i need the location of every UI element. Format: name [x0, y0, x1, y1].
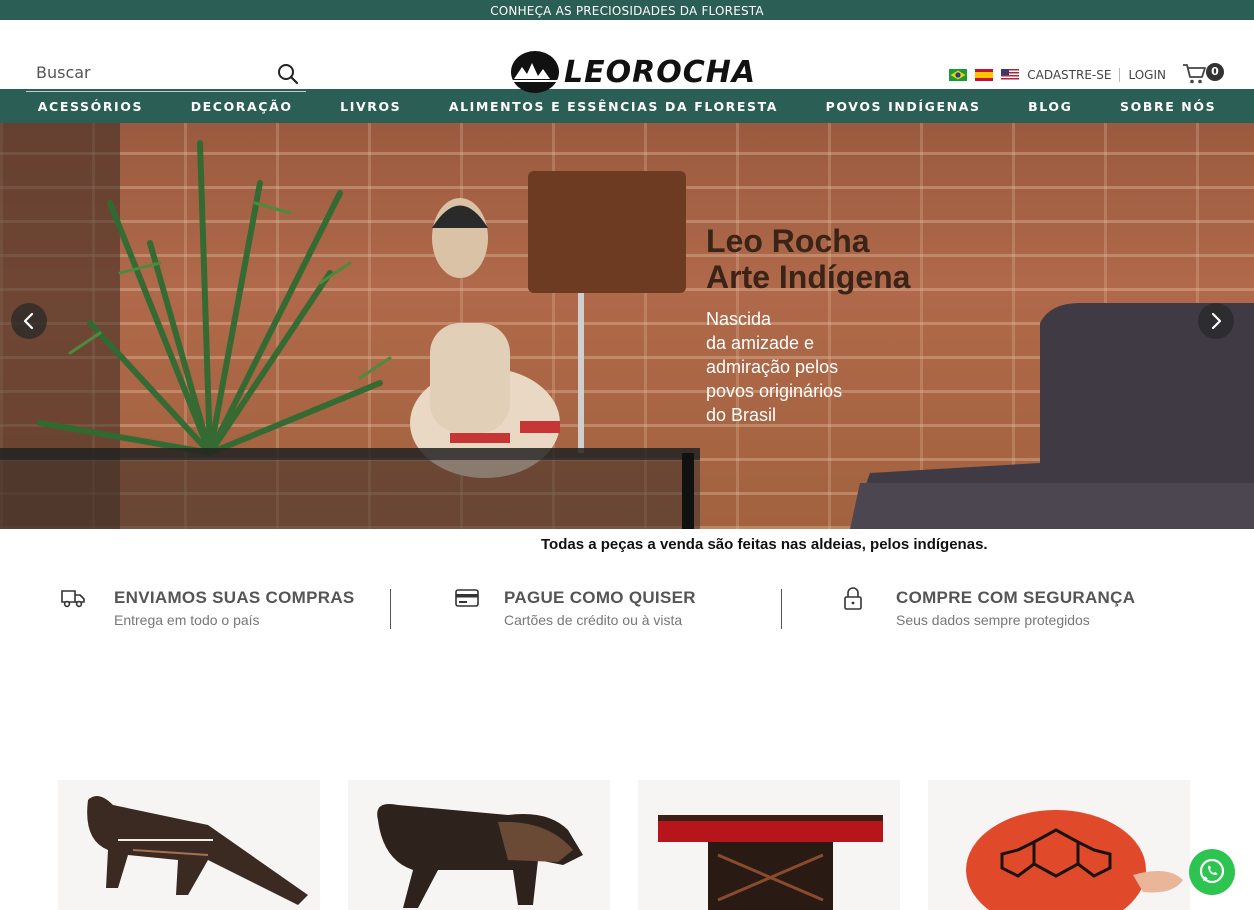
search-input[interactable] [26, 54, 266, 90]
hero-text-block: Leo Rocha Arte Indígena Nascida da amiza… [706, 223, 910, 427]
hero-subtitle: Nascida da amizade e admiração pelos pov… [706, 307, 910, 427]
lock-icon [844, 587, 862, 610]
nav-item-blog[interactable]: BLOG [1028, 99, 1072, 114]
whatsapp-icon [1199, 858, 1225, 884]
feature-description: Entrega em todo o país [114, 612, 260, 628]
product-grid [58, 780, 1190, 910]
search-icon[interactable] [276, 62, 300, 86]
product-card-anteater[interactable] [58, 780, 320, 910]
feature-title: COMPRE COM SEGURANÇA [896, 588, 1136, 607]
whatsapp-chat-button[interactable] [1189, 849, 1235, 895]
tagline: Todas a peças a venda são feitas nas ald… [541, 536, 988, 553]
features-row: ENVIAMOS SUAS COMPRAS Entrega em todo o … [0, 583, 1254, 631]
register-link[interactable]: CADASTRE-SE [1027, 68, 1111, 82]
hero-photo-illustration [0, 123, 1254, 529]
cart-count-badge: 0 [1206, 63, 1224, 81]
feature-description: Seus dados sempre protegidos [896, 612, 1090, 628]
hero-sub-line: Nascida [706, 309, 772, 329]
feature-payment: PAGUE COMO QUISER Cartões de crédito ou … [391, 583, 781, 631]
jaguar-sculpture-image [377, 804, 583, 908]
nav-item-sobre-nos[interactable]: SOBRE NÓS [1120, 99, 1216, 114]
hero-banner[interactable]: Leo Rocha Arte Indígena Nascida da amiza… [0, 123, 1254, 529]
search-box [26, 54, 306, 92]
product-card-jaguar[interactable] [348, 780, 610, 910]
hero-sub-line: povos originários [706, 381, 843, 401]
brazil-flag-icon[interactable] [949, 69, 968, 81]
product-card-bench[interactable] [638, 780, 900, 910]
nav-item-alimentos[interactable]: ALIMENTOS E ESSÊNCIAS DA FLORESTA [449, 99, 778, 114]
anteater-sculpture-image [87, 796, 308, 905]
nav-item-povos-indigenas[interactable]: POVOS INDÍGENAS [826, 99, 981, 114]
feature-security: COMPRE COM SEGURANÇA Seus dados sempre p… [782, 583, 1172, 631]
carousel-prev-button[interactable] [11, 303, 47, 339]
site-logo[interactable]: LEOROCHA [510, 49, 756, 95]
nav-item-acessorios[interactable]: ACESSÓRIOS [38, 99, 143, 114]
usa-flag-icon[interactable] [1001, 69, 1020, 81]
hero-sub-line: do Brasil [706, 405, 777, 425]
chevron-left-icon [23, 312, 34, 330]
logo-mark-icon [511, 51, 559, 93]
hero-title-line-2: Arte Indígena [706, 259, 911, 295]
turtle-sculpture-image [966, 810, 1183, 910]
site-header: LEOROCHA CADASTRE-SE LOGIN 0 [0, 20, 1254, 93]
chevron-right-icon [1211, 312, 1222, 330]
hero-sub-line: da amizade e [706, 333, 815, 353]
user-area: CADASTRE-SE LOGIN 0 [949, 63, 1224, 87]
painted-bench-image [658, 815, 883, 910]
feature-shipping: ENVIAMOS SUAS COMPRAS Entrega em todo o … [0, 583, 390, 631]
feature-description: Cartões de crédito ou à vista [504, 612, 683, 628]
truck-icon [61, 590, 85, 608]
feature-title: ENVIAMOS SUAS COMPRAS [114, 588, 355, 607]
spain-flag-icon[interactable] [975, 69, 994, 81]
product-card-turtle[interactable] [928, 780, 1190, 910]
nav-item-decoracao[interactable]: DECORAÇÃO [191, 99, 293, 114]
cart-button[interactable]: 0 [1182, 63, 1224, 87]
hero-title-line-1: Leo Rocha [706, 223, 870, 259]
announcement-text: CONHEÇA AS PRECIOSIDADES DA FLORESTA [490, 4, 764, 18]
login-link[interactable]: LOGIN [1128, 68, 1166, 82]
top-announcement-bar: CONHEÇA AS PRECIOSIDADES DA FLORESTA [0, 0, 1254, 20]
cart-icon [1183, 64, 1206, 84]
hero-sub-line: admiração pelos [706, 357, 839, 377]
credit-card-icon [455, 589, 479, 607]
nav-item-livros[interactable]: LIVROS [340, 99, 401, 114]
divider [1119, 68, 1121, 82]
logo-text: LEOROCHA [564, 54, 757, 90]
feature-title: PAGUE COMO QUISER [504, 588, 696, 607]
carousel-next-button[interactable] [1198, 303, 1234, 339]
